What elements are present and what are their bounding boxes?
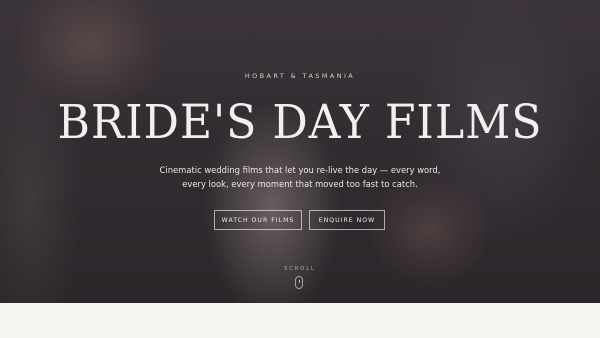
mouse-scroll-icon[interactable]: [295, 276, 303, 289]
hero-section: HOBART & TASMANIA BRIDE'S DAY FILMS Cine…: [0, 0, 600, 303]
scroll-label: SCROLL: [284, 266, 316, 272]
next-section: [0, 303, 600, 338]
enquire-now-button[interactable]: ENQUIRE NOW: [309, 210, 385, 230]
hero-title: BRIDE'S DAY FILMS: [57, 95, 543, 150]
tagline-line-1: Cinematic wedding films that let you re-…: [159, 165, 441, 175]
watch-films-button[interactable]: WATCH OUR FILMS: [214, 210, 302, 230]
location-eyebrow: HOBART & TASMANIA: [244, 72, 356, 80]
hero-content: HOBART & TASMANIA BRIDE'S DAY FILMS Cine…: [0, 0, 600, 303]
hero-tagline: Cinematic wedding films that let you re-…: [150, 163, 450, 191]
tagline-line-2: every look, every moment that moved too …: [182, 179, 418, 189]
mouse-wheel: [298, 280, 300, 283]
